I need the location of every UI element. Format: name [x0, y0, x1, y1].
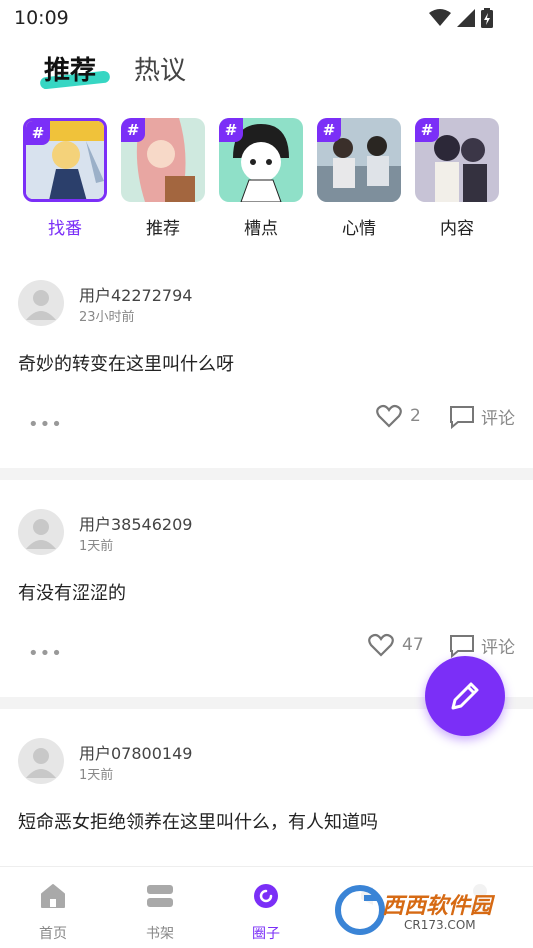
- topic-thumbnail: #: [317, 118, 401, 202]
- post-time: 1天前: [79, 768, 114, 783]
- post-time: 1天前: [79, 539, 114, 554]
- topic-label: 推荐: [146, 219, 180, 239]
- tab-recommend-label: 推荐: [44, 56, 97, 86]
- post-content[interactable]: 有没有涩涩的: [18, 579, 126, 605]
- avatar[interactable]: [18, 509, 64, 555]
- wifi-icon: [429, 9, 451, 26]
- hash-icon: #: [317, 118, 341, 142]
- default-avatar-icon: [26, 519, 56, 549]
- compose-button[interactable]: [425, 656, 505, 736]
- comment-icon: [450, 634, 474, 658]
- status-icons: [429, 8, 493, 28]
- topic-label: 槽点: [244, 219, 278, 239]
- username[interactable]: 用户07800149: [79, 740, 192, 764]
- nav-bookshelf[interactable]: 书架: [120, 881, 200, 943]
- avatar[interactable]: [18, 280, 64, 326]
- topic-find-anime[interactable]: # 找番: [22, 118, 108, 239]
- like-button[interactable]: 47: [368, 633, 424, 657]
- avatar[interactable]: [18, 738, 64, 784]
- hash-icon: #: [219, 118, 243, 142]
- topic-complaint[interactable]: # 槽点: [218, 118, 304, 239]
- nav-circle[interactable]: 圈子: [226, 881, 306, 943]
- comment-icon: [450, 405, 474, 429]
- post-content[interactable]: 短命恶女拒绝领养在这里叫什么，有人知道吗: [18, 808, 378, 834]
- heart-icon: [368, 633, 394, 657]
- circle-icon: [254, 884, 278, 908]
- topic-content[interactable]: # 内容: [414, 118, 500, 239]
- post-time: 23小时前: [79, 310, 135, 325]
- tab-hot[interactable]: 热议: [134, 50, 186, 87]
- tab-hot-label: 热议: [134, 56, 187, 86]
- watermark-subtext: CR173.COM: [404, 918, 476, 932]
- hash-icon: #: [415, 118, 439, 142]
- tab-recommend[interactable]: 推荐: [44, 50, 96, 87]
- username[interactable]: 用户38546209: [79, 511, 192, 535]
- like-count: 47: [402, 635, 424, 655]
- post-card[interactable]: 用户07800149 1天前 短命恶女拒绝领养在这里叫什么，有人知道吗: [0, 738, 533, 866]
- status-bar: 10:09: [0, 0, 533, 36]
- like-count: 2: [410, 406, 421, 426]
- topic-thumbnail: #: [219, 118, 303, 202]
- nav-circle-label: 圈子: [252, 926, 280, 942]
- post-card[interactable]: 用户42272794 23小时前 奇妙的转变在这里叫什么呀 ••• 2 评论: [0, 280, 533, 468]
- topic-thumbnail: #: [415, 118, 499, 202]
- signal-icon: [457, 9, 475, 27]
- pencil-icon: [451, 682, 479, 710]
- topic-label: 找番: [48, 219, 82, 239]
- username[interactable]: 用户42272794: [79, 282, 192, 306]
- top-tabs: 推荐 热议: [0, 50, 533, 94]
- more-options-button[interactable]: •••: [28, 414, 63, 435]
- battery-icon: [481, 8, 493, 28]
- comment-button[interactable]: 评论: [449, 404, 515, 429]
- default-avatar-icon: [26, 748, 56, 778]
- status-time: 10:09: [14, 7, 69, 29]
- more-options-button[interactable]: •••: [28, 643, 63, 664]
- comment-label: 评论: [481, 409, 515, 429]
- watermark-text: 西西软件园: [382, 894, 493, 919]
- comment-button[interactable]: 评论: [449, 633, 515, 658]
- hash-icon: #: [121, 118, 145, 142]
- topic-label: 心情: [342, 219, 376, 239]
- topic-mood[interactable]: # 心情: [316, 118, 402, 239]
- nav-home[interactable]: 首页: [13, 881, 93, 943]
- heart-icon: [376, 404, 402, 428]
- topic-list: # 找番 # 推荐 # 槽点 # 心情 # 内容: [22, 118, 512, 240]
- comment-label: 评论: [481, 638, 515, 658]
- hash-icon: #: [26, 121, 50, 145]
- topic-label: 内容: [440, 219, 474, 239]
- topic-thumbnail: #: [121, 118, 205, 202]
- post-content[interactable]: 奇妙的转变在这里叫什么呀: [18, 350, 234, 376]
- home-icon: [41, 884, 65, 908]
- nav-home-label: 首页: [39, 926, 67, 942]
- nav-bookshelf-label: 书架: [146, 926, 174, 942]
- topic-recommend[interactable]: # 推荐: [120, 118, 206, 239]
- divider: [0, 468, 533, 480]
- default-avatar-icon: [26, 290, 56, 320]
- topic-thumbnail: #: [23, 118, 107, 202]
- bookshelf-icon: [147, 885, 173, 907]
- like-button[interactable]: 2: [376, 404, 421, 428]
- watermark-logo: 西西软件园 CR173.COM: [334, 878, 514, 940]
